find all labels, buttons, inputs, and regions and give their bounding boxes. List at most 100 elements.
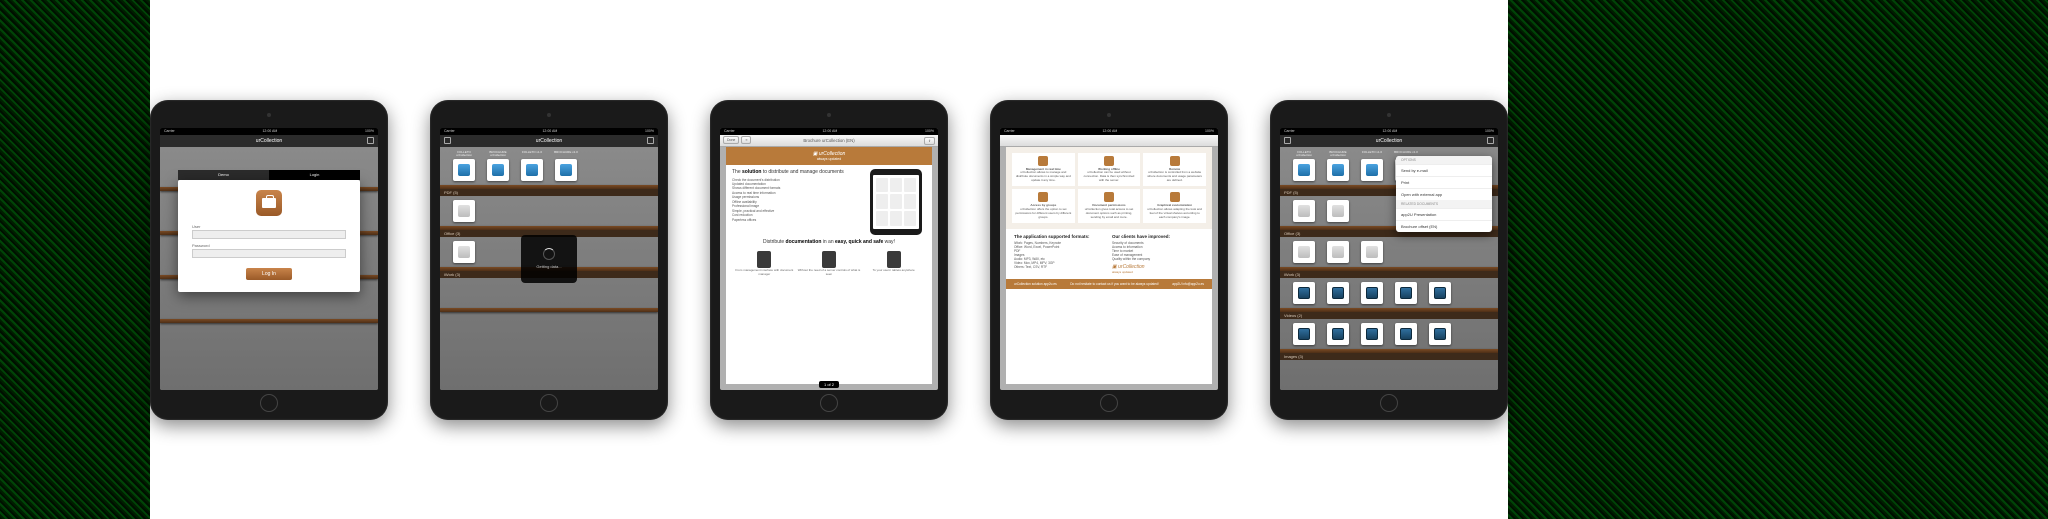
brand-banner: ▣ urCollection always updated <box>726 147 932 165</box>
doc-item[interactable] <box>1392 323 1420 345</box>
page-indicator: 1 of 2 <box>819 381 839 388</box>
settings-icon[interactable] <box>1284 137 1291 144</box>
page-icon <box>458 205 470 217</box>
search-icon[interactable] <box>367 137 374 144</box>
status-bar: Carrier 12:00 AM 100% <box>1280 128 1498 135</box>
ipad-shelf-popover: Carrier 12:00 AM 100% urCollection FOLLE… <box>1270 100 1508 420</box>
popover-open-external[interactable]: Open with external app <box>1396 188 1492 200</box>
user-label: User <box>192 224 346 229</box>
popover-related-doc[interactable]: Brochure offset (EN) <box>1396 220 1492 232</box>
doc-item[interactable] <box>1290 323 1318 345</box>
headline-1: The solution to distribute and manage do… <box>732 169 862 176</box>
list-icon[interactable]: ≡ <box>741 136 751 144</box>
feature-icon <box>1104 192 1114 202</box>
ipad-login: Carrier 12:00 AM 100% urCollection Demo … <box>150 100 388 420</box>
popover-section: RELATED DOCUMENTS <box>1396 200 1492 208</box>
feature-icon <box>1038 192 1048 202</box>
doc-item[interactable] <box>1426 282 1454 304</box>
doc-item[interactable] <box>1290 241 1318 263</box>
formats-heading: The application supported formats: <box>1014 234 1106 239</box>
action-icon[interactable]: ⇪ <box>924 137 935 145</box>
chart-icon <box>526 164 538 176</box>
doc-item[interactable]: FOLLETO v1.0 <box>518 151 546 181</box>
nav-bar: urCollection <box>160 135 378 147</box>
login-tabs: Demo Login <box>178 170 360 180</box>
status-bar: Carrier 12:00 AM 100% <box>1000 128 1218 135</box>
settings-icon[interactable] <box>444 137 451 144</box>
headline-2: Distribute documentation in an easy, qui… <box>726 239 932 245</box>
ipad-brochure-1: Carrier 12:00 AM 100% Done ≡ Brochure ur… <box>710 100 948 420</box>
doc-item[interactable] <box>1290 282 1318 304</box>
battery: 100% <box>365 129 374 133</box>
doc-item[interactable]: BROCHURE urCollection <box>1324 151 1352 181</box>
doc-item[interactable] <box>1392 282 1420 304</box>
ipad-brochure-2: Carrier 12:00 AM 100% Management in real… <box>990 100 1228 420</box>
nav-bar: urCollection <box>440 135 658 147</box>
user-input[interactable] <box>192 230 346 239</box>
doc-item[interactable] <box>450 200 478 222</box>
feature-icon <box>1170 156 1180 166</box>
tab-login[interactable]: Login <box>269 170 360 180</box>
loading-text: Getting data... <box>536 264 561 269</box>
doc-item[interactable] <box>1426 323 1454 345</box>
search-icon[interactable] <box>647 137 654 144</box>
document-page[interactable]: Management in real timeurCollection allo… <box>1006 147 1212 384</box>
tab-demo[interactable]: Demo <box>178 170 269 180</box>
login-button[interactable]: Log In <box>246 268 292 280</box>
nav-title: urCollection <box>1376 138 1402 144</box>
app-logo-icon <box>256 190 282 216</box>
doc-item[interactable] <box>1358 323 1386 345</box>
status-bar: Carrier 12:00 AM 100% <box>160 128 378 135</box>
doc-item[interactable]: FOLLETO v1.0 <box>1358 151 1386 181</box>
doc-item[interactable]: FOLLETO urCollection <box>1290 151 1318 181</box>
doc-item[interactable]: FOLLETO urCollection <box>450 151 478 181</box>
carrier: Carrier <box>164 129 175 133</box>
chart-icon <box>560 164 572 176</box>
doc-item[interactable] <box>1290 200 1318 222</box>
brochure-footer: urCollection solution app2u.es Do not he… <box>1006 279 1212 289</box>
popover-print[interactable]: Print <box>1396 176 1492 188</box>
popover-send-email[interactable]: Send by e-mail <box>1396 164 1492 176</box>
document-page[interactable]: ▣ urCollection always updated The soluti… <box>726 147 932 384</box>
clients-heading: Our clients have improved: <box>1112 234 1204 239</box>
nav-title: urCollection <box>256 138 282 144</box>
chart-icon <box>1298 164 1310 176</box>
chart-icon <box>1366 164 1378 176</box>
doc-item[interactable] <box>1324 282 1352 304</box>
doc-item[interactable] <box>1358 282 1386 304</box>
password-label: Password <box>192 243 346 248</box>
doc-item[interactable] <box>450 241 478 263</box>
popover-related-doc[interactable]: app2U Presentation <box>1396 208 1492 220</box>
popover-section: OPTIONS <box>1396 156 1492 164</box>
doc-item[interactable] <box>1324 200 1352 222</box>
shelf-label-pdf[interactable]: PDF (5) <box>440 189 658 196</box>
doc-item[interactable] <box>1358 241 1386 263</box>
chart-icon <box>1332 164 1344 176</box>
feature-icon <box>1170 192 1180 202</box>
status-bar: Carrier 12:00 AM 100% <box>720 128 938 135</box>
action-popover: OPTIONS Send by e-mail Print Open with e… <box>1396 156 1492 232</box>
nav-bar: urCollection <box>1280 135 1498 147</box>
clock: 12:00 AM <box>262 129 277 133</box>
nav-bar <box>1000 135 1218 147</box>
hero-ipad-icon <box>870 169 922 235</box>
shelf-label-iwork[interactable]: iWork (3) <box>1280 271 1498 278</box>
feature-icon <box>1104 156 1114 166</box>
shelf-label-images[interactable]: Images (3) <box>1280 353 1498 360</box>
features-grid: Management in real timeurCollection allo… <box>1006 147 1212 229</box>
nav-bar: Done ≡ Brochure urCollection (EN) ⇪ <box>720 135 938 147</box>
doc-item[interactable] <box>1324 323 1352 345</box>
ipad-shelf-loading: Carrier 12:00 AM 100% urCollection FOLLE… <box>430 100 668 420</box>
doc-item[interactable] <box>1324 241 1352 263</box>
status-bar: Carrier 12:00 AM 100% <box>440 128 658 135</box>
password-input[interactable] <box>192 249 346 258</box>
doc-title: Brochure urCollection (EN) <box>803 138 854 143</box>
login-modal: User Password Log In <box>178 180 360 292</box>
doc-item[interactable]: BROCHURE urCollection <box>484 151 512 181</box>
loading-overlay: Getting data... <box>521 235 577 283</box>
chart-icon <box>492 164 504 176</box>
doc-item[interactable]: BROCHURE v1.0 <box>552 151 580 181</box>
search-icon[interactable] <box>1487 137 1494 144</box>
done-button[interactable]: Done <box>723 136 739 144</box>
shelf-label-videos[interactable]: Videos (2) <box>1280 312 1498 319</box>
